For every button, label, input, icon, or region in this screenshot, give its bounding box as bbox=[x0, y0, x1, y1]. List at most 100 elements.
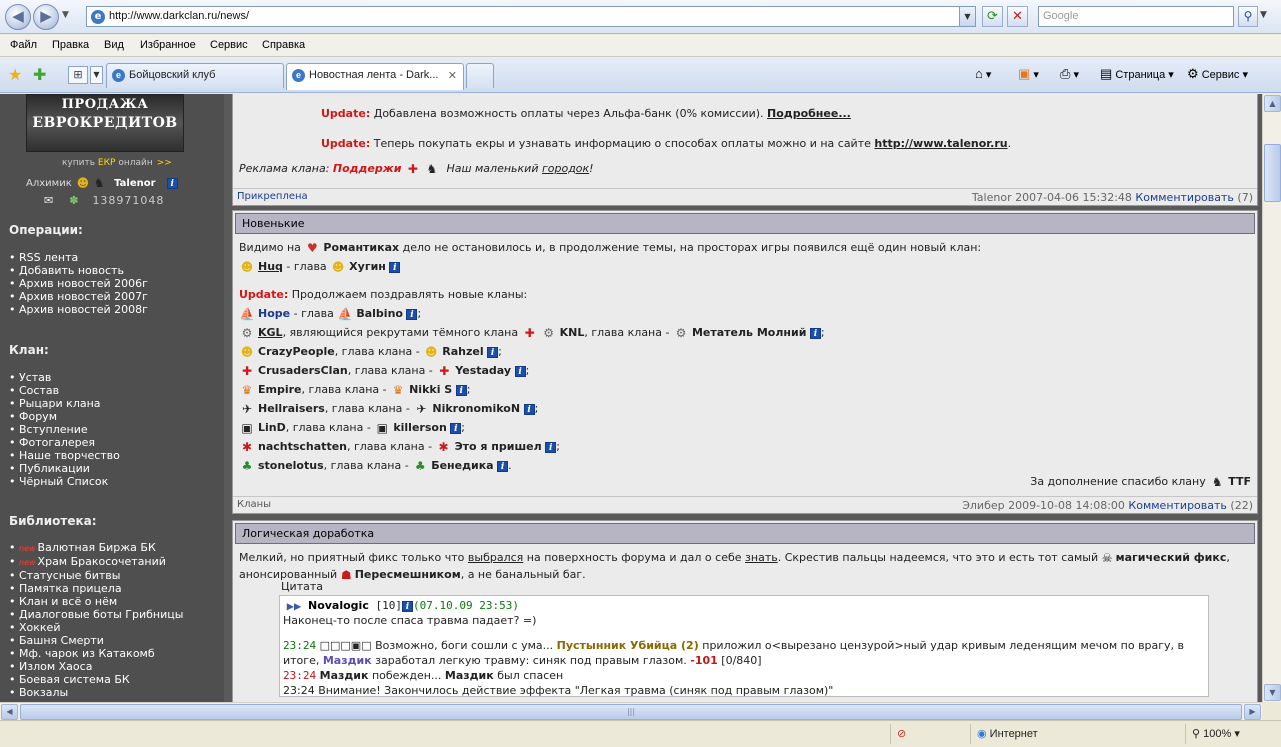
lib-status-battles[interactable]: Статусные битвы bbox=[9, 569, 183, 582]
clan-forum[interactable]: Форум bbox=[9, 410, 120, 423]
op-rss[interactable]: RSS лента bbox=[9, 251, 148, 264]
menu-favorites[interactable]: Избранное bbox=[140, 39, 196, 51]
op-add-news[interactable]: Добавить новость bbox=[9, 264, 148, 277]
huq-link[interactable]: Huq bbox=[258, 260, 283, 273]
forward-button[interactable]: ▶ bbox=[33, 4, 59, 30]
kgl-clan-icon: ⚙ bbox=[241, 326, 253, 340]
lib-death-tower[interactable]: Башня Смерти bbox=[9, 634, 183, 647]
op-archive-2008[interactable]: Архив новостей 2008г bbox=[9, 303, 148, 316]
favorites-star-icon[interactable]: ★ bbox=[8, 65, 22, 84]
mail-icon[interactable]: ✉ bbox=[44, 194, 53, 207]
info-icon[interactable]: i bbox=[545, 441, 557, 453]
know-link[interactable]: знать bbox=[745, 551, 778, 564]
comment-link[interactable]: Комментировать bbox=[1128, 499, 1226, 512]
history-dropdown-icon[interactable]: ▼ bbox=[62, 10, 69, 20]
comment-link[interactable]: Комментировать bbox=[1135, 191, 1233, 204]
buy-ekr-link[interactable]: купить ЕКР онлайн >> bbox=[62, 158, 172, 168]
alchemist-nick[interactable]: Talenor bbox=[114, 178, 155, 189]
url-text[interactable]: http://www.darkclan.ru/news/ bbox=[109, 10, 249, 22]
zoom-control[interactable]: ⚲ 100% ▾ bbox=[1185, 724, 1275, 744]
scroll-up-arrow-icon[interactable]: ▲ bbox=[1264, 95, 1281, 112]
lib-hockey[interactable]: Хоккей bbox=[9, 621, 183, 634]
op-archive-2006[interactable]: Архив новостей 2006г bbox=[9, 277, 148, 290]
info-icon[interactable]: i bbox=[514, 365, 526, 377]
escaped-link[interactable]: выбрался bbox=[468, 551, 523, 564]
info-icon[interactable]: i bbox=[497, 460, 509, 472]
search-dropdown-icon[interactable]: ▼ bbox=[1260, 10, 1267, 20]
ttf-clan-icon: ♞ bbox=[1211, 475, 1223, 489]
category-label[interactable]: Кланы bbox=[237, 499, 271, 510]
quick-tabs-icon[interactable]: ⊞ bbox=[68, 66, 88, 84]
vertical-scroll-thumb[interactable] bbox=[1264, 144, 1281, 202]
icq-icon[interactable]: ✽ bbox=[69, 194, 78, 207]
quote-user[interactable]: Novalogic bbox=[308, 599, 369, 612]
clan-creativity[interactable]: Наше творчество bbox=[9, 449, 120, 462]
search-button[interactable]: ⚲ bbox=[1238, 6, 1258, 27]
lib-currency[interactable]: newВалютная Биржа БК bbox=[9, 541, 183, 555]
horizontal-scrollbar[interactable]: ◀ ||| ▶ bbox=[0, 702, 1262, 720]
support-link[interactable]: Поддержи bbox=[333, 162, 402, 175]
talenor-link[interactable]: http://www.talenor.ru bbox=[874, 137, 1007, 150]
menu-edit[interactable]: Правка bbox=[52, 39, 89, 51]
address-bar[interactable]: e http://www.darkclan.ru/news/ ▼ bbox=[86, 6, 976, 27]
lib-clan-info[interactable]: Клан и всё о нём bbox=[9, 595, 183, 608]
tab-list-dropdown-icon[interactable]: ▼ bbox=[90, 66, 103, 84]
stop-button[interactable]: ✕ bbox=[1007, 6, 1028, 27]
info-icon[interactable]: i bbox=[401, 600, 413, 612]
info-icon[interactable]: i bbox=[523, 403, 535, 415]
tab-fight-club[interactable]: e Бойцовский клуб bbox=[106, 63, 284, 88]
lib-aim-guide[interactable]: Памятка прицела bbox=[9, 582, 183, 595]
clan-gallery[interactable]: Фотогалерея bbox=[9, 436, 120, 449]
page-menu-button[interactable]: ▤ Страница ▾ bbox=[1100, 66, 1174, 82]
thanks-line: За дополнение спасибо клану ♞ TTF bbox=[1030, 475, 1251, 489]
tools-menu-button[interactable]: ⚙ Сервис ▾ bbox=[1187, 66, 1248, 82]
clan-roster[interactable]: Состав bbox=[9, 384, 120, 397]
info-icon[interactable]: i bbox=[166, 177, 178, 189]
refresh-button[interactable]: ⟳ bbox=[982, 6, 1003, 27]
search-input[interactable]: Google bbox=[1038, 6, 1234, 27]
privacy-segment[interactable]: ⊘ bbox=[890, 724, 970, 744]
info-icon[interactable]: i bbox=[809, 327, 821, 339]
menu-help[interactable]: Справка bbox=[262, 39, 305, 51]
info-icon[interactable]: i bbox=[455, 384, 467, 396]
home-button[interactable]: ⌂ ▾ bbox=[975, 66, 991, 81]
tab-news-feed[interactable]: e Новостная лента - Dark... ✕ bbox=[286, 63, 464, 90]
back-button[interactable]: ◀ bbox=[5, 4, 31, 30]
info-icon[interactable]: i bbox=[450, 422, 462, 434]
clan-join[interactable]: Вступление bbox=[9, 423, 120, 436]
tab-close-icon[interactable]: ✕ bbox=[448, 69, 457, 82]
scroll-left-arrow-icon[interactable]: ◀ bbox=[1, 704, 18, 720]
more-link[interactable]: Подробнее... bbox=[767, 107, 851, 120]
menu-tools[interactable]: Сервис bbox=[210, 39, 248, 51]
op-archive-2007[interactable]: Архив новостей 2007г bbox=[9, 290, 148, 303]
vertical-scrollbar[interactable]: ▲ ▼ bbox=[1262, 94, 1281, 702]
lib-wedding[interactable]: newХрам Бракосочетаний bbox=[9, 555, 183, 569]
update-line-2: Update: Теперь покупать екры и узнавать … bbox=[321, 137, 1012, 150]
lib-catacombs[interactable]: Мф. чарок из Катакомб bbox=[9, 647, 183, 660]
new-tab-button[interactable] bbox=[466, 63, 494, 88]
info-icon[interactable]: i bbox=[406, 308, 418, 320]
scroll-right-arrow-icon[interactable]: ▶ bbox=[1244, 704, 1261, 720]
menu-view[interactable]: Вид bbox=[104, 39, 124, 51]
clan-blacklist[interactable]: Чёрный Список bbox=[9, 475, 120, 488]
info-icon[interactable]: i bbox=[487, 346, 499, 358]
info-icon[interactable]: i bbox=[389, 261, 401, 273]
eurocredits-banner[interactable]: ПРОДАЖА ЕВРОКРЕДИТОВ bbox=[26, 94, 184, 152]
address-dropdown-icon[interactable]: ▼ bbox=[959, 7, 975, 26]
clan-knights[interactable]: Рыцари клана bbox=[9, 397, 120, 410]
town-link[interactable]: городок bbox=[542, 162, 589, 175]
feeds-button[interactable]: ▣ ▾ bbox=[1018, 66, 1039, 82]
scroll-down-arrow-icon[interactable]: ▼ bbox=[1264, 684, 1281, 701]
clan-publications[interactable]: Публикации bbox=[9, 462, 120, 475]
horizontal-scroll-thumb[interactable]: ||| bbox=[20, 704, 1242, 720]
print-button[interactable]: ⎙ ▾ bbox=[1060, 66, 1079, 82]
lib-dialog-bots[interactable]: Диалоговые боты Грибницы bbox=[9, 608, 183, 621]
lib-stations[interactable]: Вокзалы bbox=[9, 686, 183, 699]
kgl-link[interactable]: KGL bbox=[258, 326, 283, 339]
post-footer: Кланы Элибер 2009-10-08 14:08:00 Коммент… bbox=[233, 496, 1257, 513]
add-favorites-icon[interactable]: ✚ bbox=[33, 65, 46, 84]
clan-charter[interactable]: Устав bbox=[9, 371, 120, 384]
lib-battle-system[interactable]: Боевая система БК bbox=[9, 673, 183, 686]
menu-file[interactable]: Файл bbox=[10, 39, 37, 51]
lib-chaos[interactable]: Излом Хаоса bbox=[9, 660, 183, 673]
